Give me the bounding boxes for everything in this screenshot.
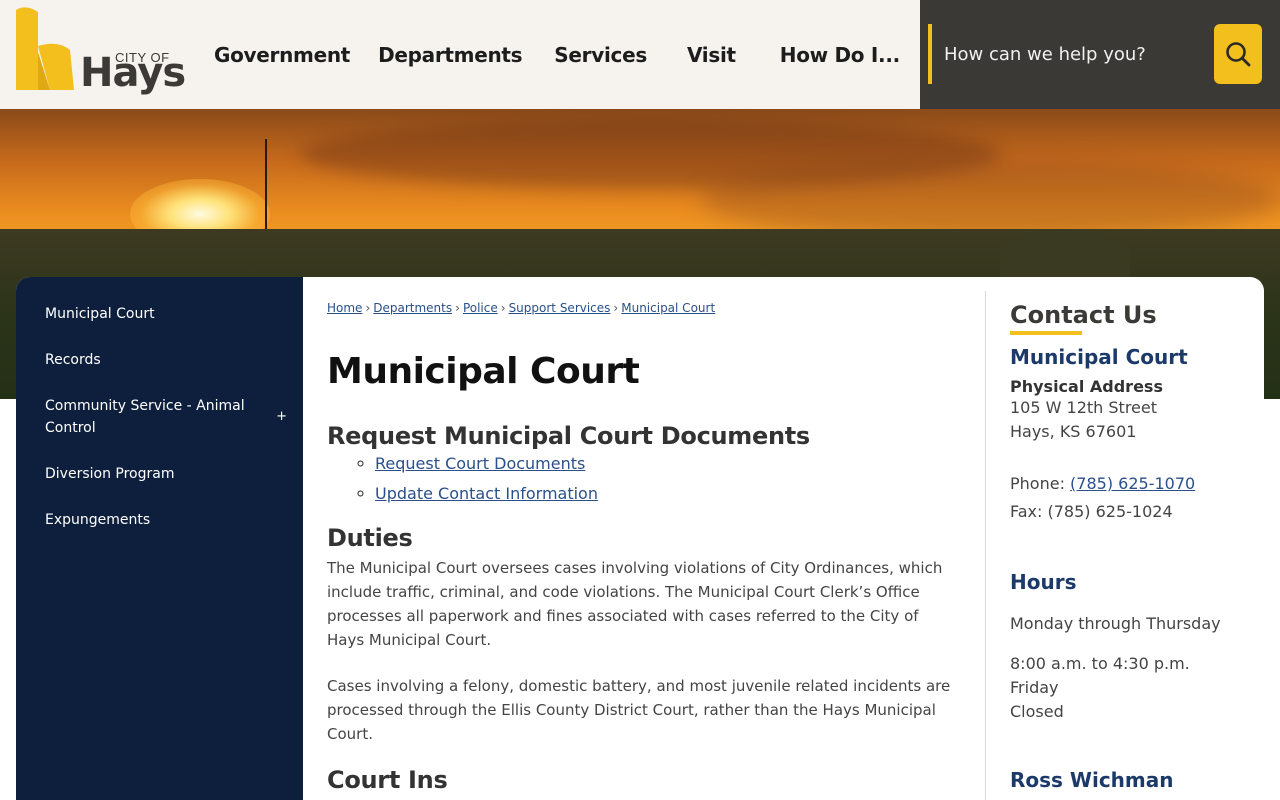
nav-how-do-i[interactable]: How Do I... xyxy=(780,43,900,67)
next-section-heading: Court Ins xyxy=(327,766,448,794)
content-card: Municipal Court Records Community Servic… xyxy=(16,277,1264,800)
search-icon xyxy=(1226,42,1251,67)
hero-tree xyxy=(1000,229,1130,279)
contact-heading-underline xyxy=(1010,331,1082,335)
request-court-documents-link[interactable]: Request Court Documents xyxy=(375,454,585,473)
hero-pole xyxy=(265,139,267,229)
nav-visit[interactable]: Visit xyxy=(687,43,736,67)
search-area xyxy=(920,0,1280,109)
breadcrumb-municipal-court[interactable]: Municipal Court xyxy=(621,301,715,315)
phone-row: Phone: (785) 625-1070 xyxy=(1010,472,1250,496)
nav-government[interactable]: Government xyxy=(214,43,350,67)
address-line-2: Hays, KS 67601 xyxy=(1010,422,1137,441)
main-nav: Government Departments Services Visit Ho… xyxy=(200,0,914,109)
duties-paragraph-1: The Municipal Court oversees cases invol… xyxy=(327,559,943,649)
breadcrumb-separator: › xyxy=(365,301,371,315)
breadcrumb-departments[interactable]: Departments xyxy=(373,301,452,315)
contact-person-name: Ross Wichman xyxy=(1010,768,1174,792)
sidebar-item-label: Diversion Program xyxy=(45,466,175,482)
sidebar-item-label: Records xyxy=(45,352,101,368)
sidebar-item-records[interactable]: Records xyxy=(16,349,303,371)
sidebar-item-municipal-court[interactable]: Municipal Court xyxy=(16,303,303,325)
hours-closed: Closed xyxy=(1010,702,1064,721)
breadcrumb-separator: › xyxy=(455,301,460,315)
sidebar-item-label: Expungements xyxy=(45,512,151,528)
request-documents-heading: Request Municipal Court Documents xyxy=(327,422,810,450)
hours-days: Monday through Thursday xyxy=(1010,614,1221,633)
site-header: CITY OF Hays Government Departments Serv… xyxy=(0,0,1280,109)
fax-line: Fax: (785) 625-1024 xyxy=(1010,502,1173,521)
duties-heading: Duties xyxy=(327,524,413,552)
logo-hays-text: Hays xyxy=(80,50,186,96)
contact-us-heading: Contact Us xyxy=(1010,301,1157,329)
sidebar-item-label: Municipal Court xyxy=(45,306,155,322)
sidebar-item-label: Community Service - Animal Control xyxy=(45,398,245,436)
city-logo[interactable]: CITY OF Hays xyxy=(14,6,194,98)
search-button[interactable] xyxy=(1214,24,1262,84)
hero-cloud xyxy=(700,159,1280,239)
document-links-list: Request Court Documents Update Contact I… xyxy=(327,454,985,504)
breadcrumb: Home › Departments › Police › Support Services… xyxy=(327,301,985,315)
breadcrumb-home[interactable]: Home xyxy=(327,301,362,315)
hours-time: 8:00 a.m. to 4:30 p.m. xyxy=(1010,654,1190,673)
sidebar-item-expungements[interactable]: Expungements xyxy=(16,509,303,531)
breadcrumb-support-services[interactable]: Support Services xyxy=(509,301,611,315)
address-line-1: 105 W 12th Street xyxy=(1010,398,1158,417)
hours-day-friday: Friday xyxy=(1010,678,1059,697)
sidebar-item-community-service[interactable]: Community Service - Animal Control + xyxy=(16,395,303,439)
duties-paragraph-2: Cases involving a felony, domestic batte… xyxy=(327,677,951,743)
hays-logo-mark-icon xyxy=(16,7,74,90)
hours-heading: Hours xyxy=(1010,570,1077,594)
nav-departments[interactable]: Departments xyxy=(378,43,523,67)
search-input[interactable] xyxy=(934,30,1204,78)
contact-organization: Municipal Court xyxy=(1010,345,1188,369)
phone-label: Phone: xyxy=(1010,474,1065,493)
phone-link[interactable]: (785) 625-1070 xyxy=(1070,474,1195,493)
sidebar-item-diversion-program[interactable]: Diversion Program xyxy=(16,463,303,485)
list-item: Update Contact Information xyxy=(375,484,985,504)
expand-plus-icon[interactable]: + xyxy=(276,406,287,428)
search-accent-bar xyxy=(928,24,932,84)
column-divider xyxy=(985,291,986,800)
breadcrumb-separator: › xyxy=(613,301,619,315)
contact-panel: Contact Us Municipal Court Physical Addr… xyxy=(1010,301,1250,792)
breadcrumb-police[interactable]: Police xyxy=(463,301,498,315)
breadcrumb-separator: › xyxy=(500,301,506,315)
physical-address-label: Physical Address xyxy=(1010,377,1163,396)
update-contact-information-link[interactable]: Update Contact Information xyxy=(375,484,598,503)
page-title: Municipal Court xyxy=(327,351,640,392)
main-content: Home › Departments › Police › Support Services… xyxy=(303,277,985,800)
nav-services[interactable]: Services xyxy=(554,43,647,67)
list-item: Request Court Documents xyxy=(375,454,985,474)
sidebar-nav: Municipal Court Records Community Servic… xyxy=(16,277,303,800)
